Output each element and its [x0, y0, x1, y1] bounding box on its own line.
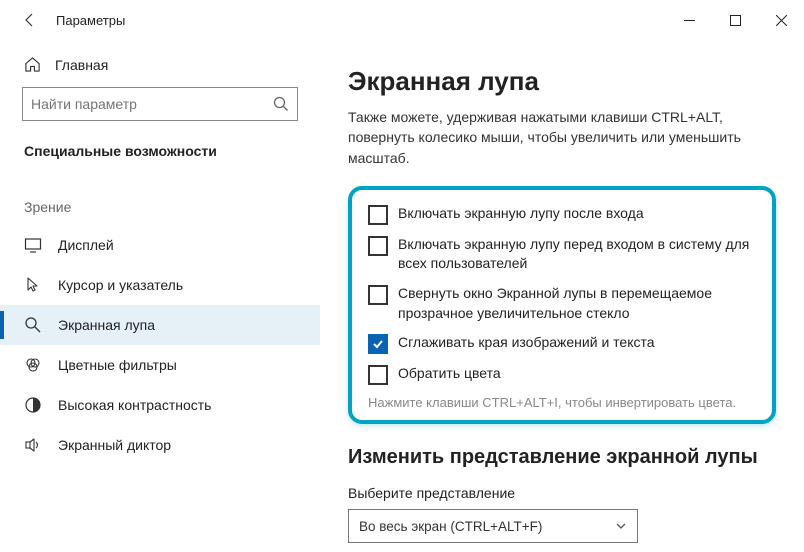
- sidebar-item-cursor[interactable]: Курсор и указатель: [0, 265, 320, 305]
- checkbox-row: Сглаживать края изображений и текста: [368, 333, 756, 354]
- search-input[interactable]: [31, 96, 273, 112]
- checkbox-label: Свернуть окно Экранной лупы в перемещаем…: [398, 284, 756, 323]
- section-heading: Специальные возможности: [0, 139, 320, 171]
- sidebar-item-label: Курсор и указатель: [58, 277, 183, 293]
- minimize-button[interactable]: [666, 0, 712, 40]
- contrast-icon: [24, 396, 42, 414]
- chevron-down-icon: [615, 520, 627, 532]
- sidebar-item-label: Экранная лупа: [58, 317, 155, 333]
- checkbox-label: Сглаживать края изображений и текста: [398, 333, 655, 353]
- page-heading: Экранная лупа: [348, 66, 776, 97]
- view-field-label: Выберите представление: [348, 485, 776, 501]
- checkbox[interactable]: [368, 334, 388, 354]
- home-label: Главная: [55, 57, 108, 73]
- category-label: Зрение: [0, 171, 320, 225]
- maximize-button[interactable]: [712, 0, 758, 40]
- sidebar-item-magnifier[interactable]: Экранная лупа: [0, 305, 320, 345]
- close-button[interactable]: [758, 0, 804, 40]
- sidebar-item-color-filters[interactable]: Цветные фильтры: [0, 345, 320, 385]
- sidebar-item-contrast[interactable]: Высокая контрастность: [0, 385, 320, 425]
- checkbox-row: Включать экранную лупу после входа: [368, 204, 756, 225]
- checkbox[interactable]: [368, 205, 388, 225]
- sidebar-item-label: Цветные фильтры: [58, 357, 177, 373]
- sidebar-item-label: Экранный диктор: [58, 437, 171, 453]
- sidebar-item-narrator[interactable]: Экранный диктор: [0, 425, 320, 465]
- cursor-icon: [24, 276, 42, 294]
- sidebar-item-label: Высокая контрастность: [58, 397, 211, 413]
- checkbox[interactable]: [368, 236, 388, 256]
- sidebar-item-display[interactable]: Дисплей: [0, 225, 320, 265]
- sidebar-item-label: Дисплей: [58, 237, 114, 253]
- home-icon: [24, 56, 41, 73]
- color-filter-icon: [24, 356, 42, 374]
- view-dropdown[interactable]: Во весь экран (CTRL+ALT+F): [348, 509, 638, 543]
- narrator-icon: [24, 436, 42, 454]
- checkbox-row: Обратить цвета: [368, 364, 756, 385]
- search-box[interactable]: [22, 87, 298, 121]
- view-heading: Изменить представление экранной лупы: [348, 446, 776, 469]
- search-icon: [273, 96, 289, 112]
- home-link[interactable]: Главная: [0, 48, 320, 87]
- checkbox[interactable]: [368, 285, 388, 305]
- back-button[interactable]: [16, 12, 44, 28]
- titlebar: Параметры: [0, 0, 804, 40]
- page-description: Также можете, удерживая нажатыми клавиши…: [348, 107, 776, 168]
- checkbox-label: Включать экранную лупу перед входом в си…: [398, 235, 756, 274]
- sidebar: Главная Специальные возможности Зрение Д…: [0, 40, 320, 552]
- window-title: Параметры: [56, 13, 125, 28]
- display-icon: [24, 236, 42, 254]
- options-group: Включать экранную лупу после входа Включа…: [348, 186, 776, 424]
- content-area: Экранная лупа Также можете, удерживая на…: [320, 40, 804, 552]
- checkbox-row: Включать экранную лупу перед входом в си…: [368, 235, 756, 274]
- window-controls: [666, 0, 804, 40]
- magnifier-icon: [24, 316, 42, 334]
- checkbox-label: Обратить цвета: [398, 364, 501, 384]
- dropdown-value: Во весь экран (CTRL+ALT+F): [359, 519, 542, 534]
- checkbox-label: Включать экранную лупу после входа: [398, 204, 644, 224]
- invert-hint: Нажмите клавиши CTRL+ALT+I, чтобы инверт…: [368, 395, 756, 410]
- checkbox-row: Свернуть окно Экранной лупы в перемещаем…: [368, 284, 756, 323]
- checkbox[interactable]: [368, 365, 388, 385]
